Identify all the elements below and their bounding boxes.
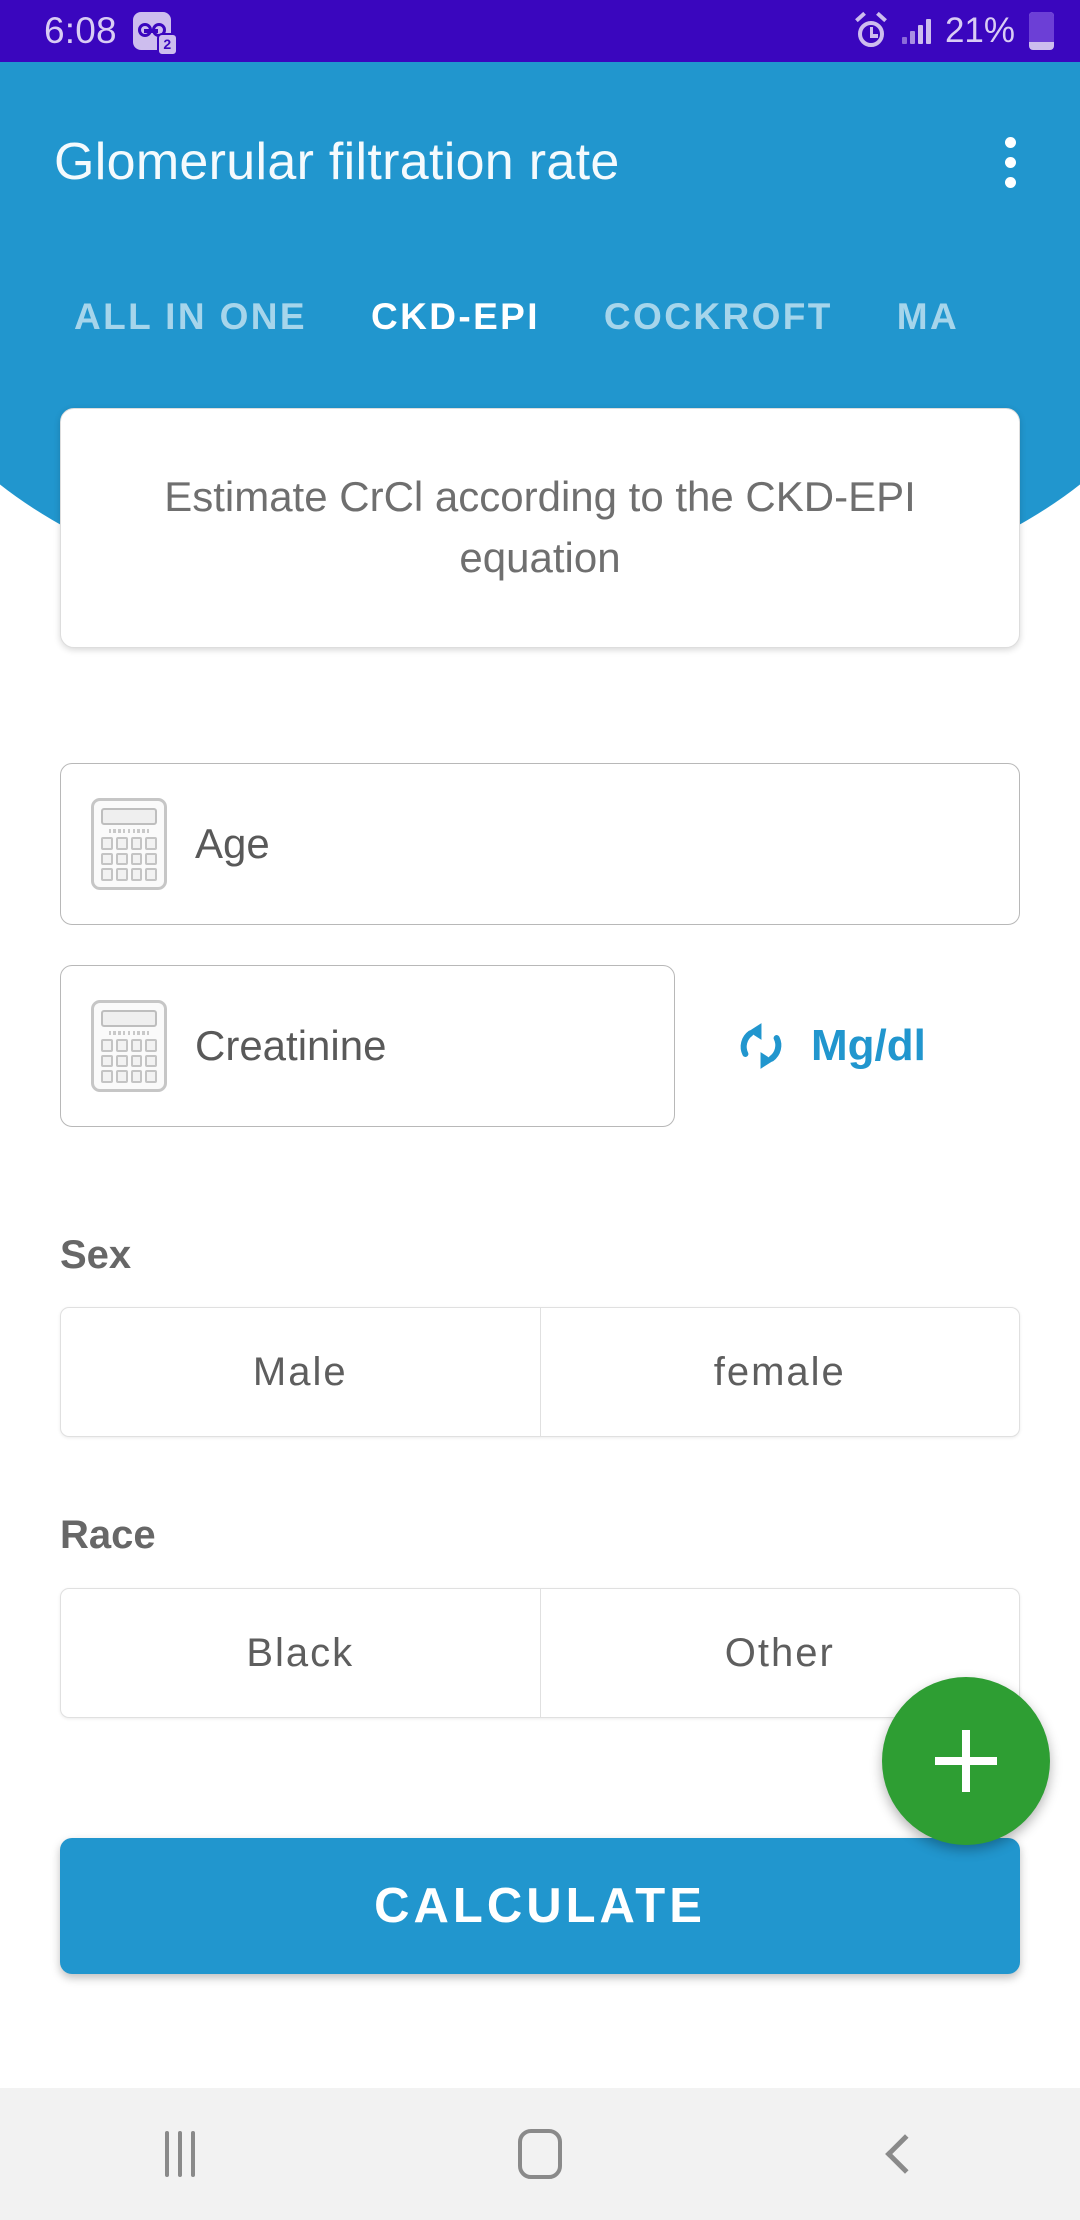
race-segmented-control[interactable]: Black Other (60, 1588, 1020, 1718)
nav-recents-button[interactable] (0, 2088, 360, 2220)
plus-icon-vertical (962, 1730, 970, 1792)
calculator-screen (101, 1010, 157, 1027)
back-icon (885, 2134, 925, 2174)
age-row: Age (60, 763, 1020, 925)
sex-option-female[interactable]: female (539, 1308, 1020, 1436)
calculator-icon (91, 1000, 167, 1092)
nav-home-button[interactable] (360, 2088, 720, 2220)
calculator-dots (101, 829, 157, 833)
calculator-keys (101, 1039, 157, 1083)
creatinine-row: Creatinine Mg/dl (60, 965, 926, 1127)
description-text: Estimate CrCl according to the CKD-EPI e… (164, 473, 916, 581)
add-fab-button[interactable] (882, 1677, 1050, 1845)
race-option-black[interactable]: Black (61, 1589, 540, 1717)
recents-icon (165, 2131, 195, 2177)
home-icon (518, 2129, 562, 2179)
creatinine-placeholder: Creatinine (195, 1022, 387, 1069)
unit-toggle-button[interactable]: Mg/dl (733, 1015, 926, 1077)
sex-option-male[interactable]: Male (61, 1308, 540, 1436)
calculate-button[interactable]: CALCULATE (60, 1838, 1020, 1974)
system-nav-bar (0, 2088, 1080, 2220)
calculator-dots (101, 1031, 157, 1035)
unit-label: Mg/dl (811, 1021, 926, 1070)
calculator-icon (91, 798, 167, 890)
age-input[interactable]: Age (60, 763, 1020, 925)
sync-swap-icon (740, 1023, 782, 1069)
nav-back-button[interactable] (720, 2088, 1080, 2220)
main-content: Estimate CrCl according to the CKD-EPI e… (0, 0, 1080, 2100)
calculator-keys (101, 837, 157, 881)
creatinine-input[interactable]: Creatinine (60, 965, 675, 1127)
sex-label: Sex (60, 1233, 132, 1277)
race-label: Race (60, 1513, 156, 1557)
calculator-screen (101, 808, 157, 825)
description-card: Estimate CrCl according to the CKD-EPI e… (60, 408, 1020, 648)
age-placeholder: Age (195, 820, 270, 867)
sex-segmented-control[interactable]: Male female (60, 1307, 1020, 1437)
